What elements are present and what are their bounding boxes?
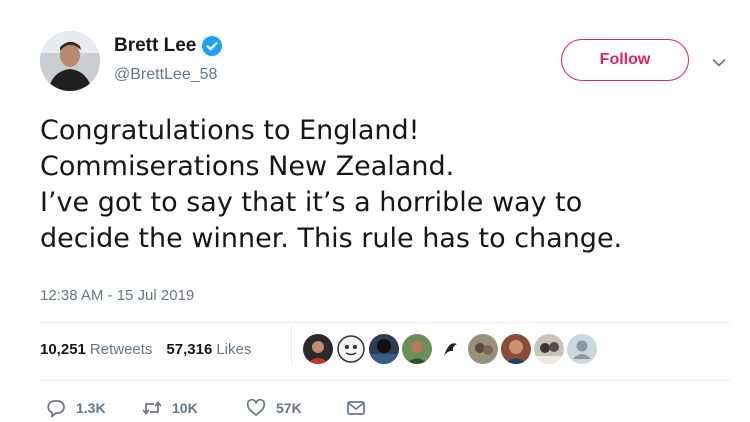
tweet-text-line: Congratulations to England! — [40, 115, 420, 146]
retweet-button[interactable]: 10K — [142, 398, 246, 418]
reply-button[interactable]: 1.3K — [46, 398, 142, 418]
liker-avatar[interactable] — [567, 334, 597, 364]
author-avatar[interactable] — [40, 31, 100, 91]
divider — [40, 322, 730, 323]
retweets-count: 10,251 — [40, 341, 86, 358]
author-handle[interactable]: @BrettLee_58 — [114, 66, 217, 84]
liker-avatar[interactable] — [435, 334, 465, 364]
divider — [291, 326, 292, 366]
like-count: 57K — [276, 400, 302, 416]
like-button[interactable]: 57K — [246, 398, 346, 418]
envelope-icon — [347, 401, 365, 415]
reply-count: 1.3K — [76, 400, 106, 416]
tweet-stats: 10,251 Retweets 57,316 Likes — [40, 341, 265, 358]
retweet-count: 10K — [172, 400, 198, 416]
liker-avatar[interactable] — [303, 334, 333, 364]
retweet-icon — [142, 401, 162, 415]
follow-button[interactable]: Follow — [561, 39, 689, 81]
chevron-down-icon[interactable] — [712, 55, 726, 67]
liker-avatar[interactable] — [369, 334, 399, 364]
liker-avatar[interactable] — [402, 334, 432, 364]
tweet-text-line: decide the winner. This rule has to chan… — [40, 223, 623, 254]
liker-avatar[interactable] — [336, 334, 366, 364]
tweet-text: Congratulations to England! Commiseratio… — [40, 113, 730, 257]
liker-avatar[interactable] — [534, 334, 564, 364]
likes-count: 57,316 — [166, 341, 213, 358]
author-display-name[interactable]: Brett Lee — [114, 35, 196, 57]
retweets-stat[interactable]: 10,251 Retweets — [40, 341, 152, 358]
tweet-text-line: I’ve got to say that it’s a horrible way… — [40, 187, 583, 218]
likes-stat[interactable]: 57,316 Likes — [166, 341, 251, 358]
liked-by-avatars — [303, 334, 600, 364]
retweets-label: Retweets — [89, 341, 153, 358]
verified-badge-icon — [202, 36, 223, 56]
divider — [40, 380, 730, 381]
tweet-timestamp[interactable]: 12:38 AM - 15 Jul 2019 — [40, 287, 194, 304]
tweet-text-line: Commiserations New Zealand. — [40, 151, 455, 182]
liker-avatar[interactable] — [468, 334, 498, 364]
tweet-actions: 1.3K 10K 57K — [46, 398, 376, 418]
heart-icon — [246, 398, 266, 416]
likes-label: Likes — [216, 341, 252, 358]
liker-avatar[interactable] — [501, 334, 531, 364]
direct-message-button[interactable] — [346, 398, 376, 418]
reply-icon — [47, 400, 65, 418]
